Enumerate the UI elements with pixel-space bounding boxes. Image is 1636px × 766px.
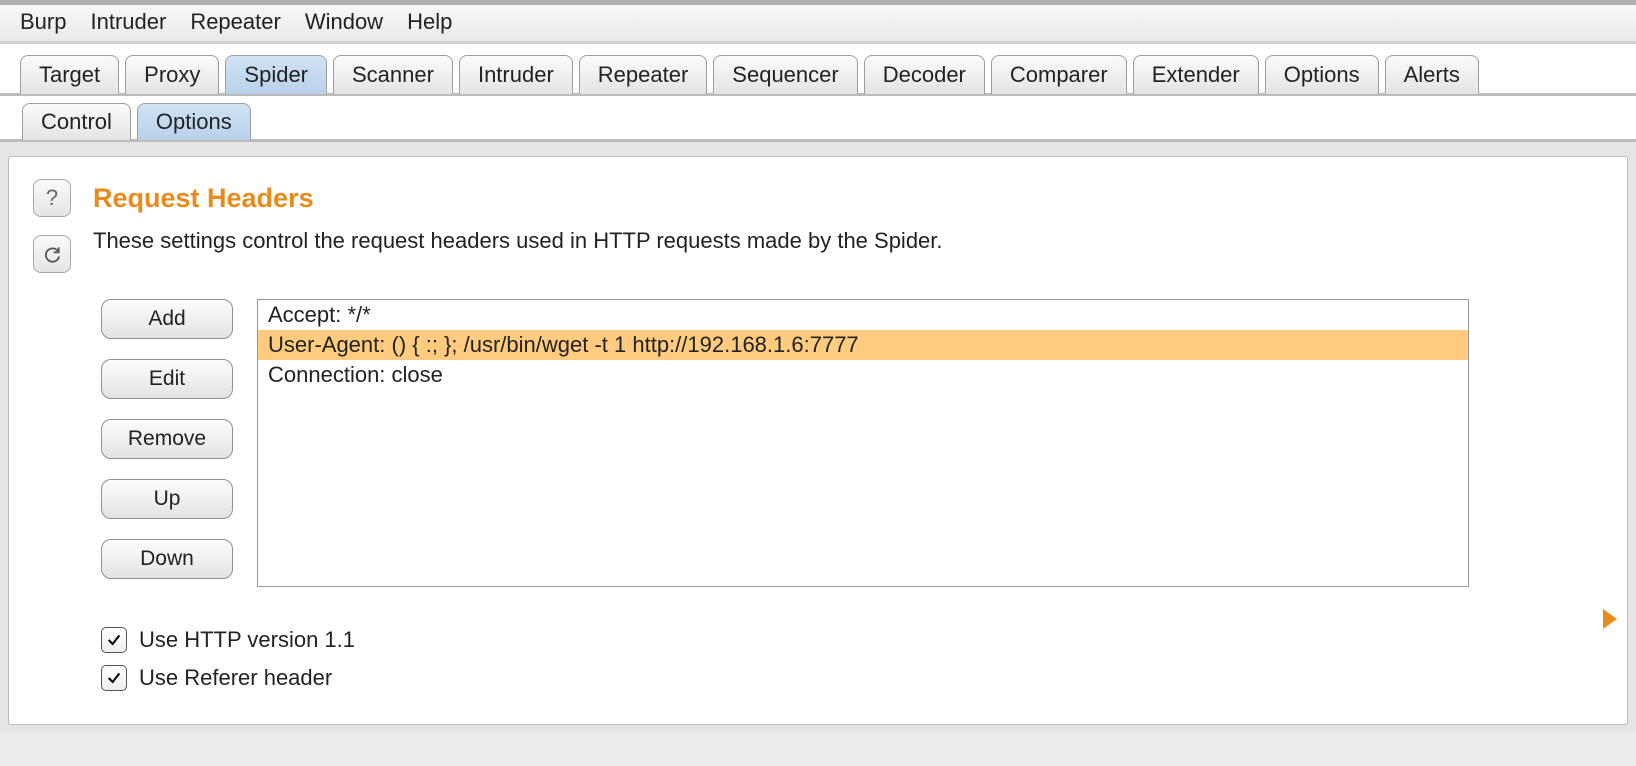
tab-alerts[interactable]: Alerts xyxy=(1385,55,1479,94)
add-button[interactable]: Add xyxy=(101,299,233,339)
panel-side-icons: ? xyxy=(33,179,71,273)
main-tab-strip: Target Proxy Spider Scanner Intruder Rep… xyxy=(0,42,1636,96)
tab-target[interactable]: Target xyxy=(20,55,119,94)
headers-listbox[interactable]: Accept: */* User-Agent: () { :; }; /usr/… xyxy=(257,299,1469,587)
checkbox-referer-label: Use Referer header xyxy=(139,665,332,691)
down-button[interactable]: Down xyxy=(101,539,233,579)
checkbox-http11-label: Use HTTP version 1.1 xyxy=(139,627,355,653)
list-item[interactable]: User-Agent: () { :; }; /usr/bin/wget -t … xyxy=(258,330,1468,360)
up-button[interactable]: Up xyxy=(101,479,233,519)
help-icon[interactable]: ? xyxy=(33,179,71,217)
options-checkboxes: Use HTTP version 1.1 Use Referer header xyxy=(101,627,1603,691)
section-title: Request Headers xyxy=(93,183,943,214)
panel-outer: ? Request Headers These settings control… xyxy=(0,142,1636,733)
tab-proxy[interactable]: Proxy xyxy=(125,55,219,94)
checkbox-http11[interactable] xyxy=(101,627,127,653)
tab-sequencer[interactable]: Sequencer xyxy=(713,55,857,94)
subtab-control[interactable]: Control xyxy=(22,103,131,140)
menu-repeater[interactable]: Repeater xyxy=(190,9,281,35)
edit-button[interactable]: Edit xyxy=(101,359,233,399)
menu-window[interactable]: Window xyxy=(305,9,383,35)
sub-tab-strip: Control Options xyxy=(22,102,1636,139)
tab-comparer[interactable]: Comparer xyxy=(991,55,1127,94)
expand-right-icon[interactable] xyxy=(1603,609,1617,629)
app-window: Burp Intruder Repeater Window Help Targe… xyxy=(0,0,1636,766)
list-item[interactable]: Accept: */* xyxy=(258,300,1468,330)
checkbox-referer[interactable] xyxy=(101,665,127,691)
subtab-options[interactable]: Options xyxy=(137,103,251,140)
sub-tab-wrap: Control Options xyxy=(0,96,1636,142)
list-action-buttons: Add Edit Remove Up Down xyxy=(101,299,233,587)
section-description: These settings control the request heade… xyxy=(93,228,943,254)
menu-bar: Burp Intruder Repeater Window Help xyxy=(0,5,1636,42)
menu-help[interactable]: Help xyxy=(407,9,452,35)
tab-decoder[interactable]: Decoder xyxy=(864,55,985,94)
remove-button[interactable]: Remove xyxy=(101,419,233,459)
menu-burp[interactable]: Burp xyxy=(20,9,66,35)
tab-extender[interactable]: Extender xyxy=(1133,55,1259,94)
menu-intruder[interactable]: Intruder xyxy=(90,9,166,35)
tab-repeater[interactable]: Repeater xyxy=(579,55,708,94)
reset-icon[interactable] xyxy=(33,235,71,273)
tab-options[interactable]: Options xyxy=(1265,55,1379,94)
tab-spider[interactable]: Spider xyxy=(225,55,327,94)
request-headers-panel: ? Request Headers These settings control… xyxy=(8,156,1628,725)
tab-scanner[interactable]: Scanner xyxy=(333,55,453,94)
list-item[interactable]: Connection: close xyxy=(258,360,1468,390)
tab-intruder[interactable]: Intruder xyxy=(459,55,573,94)
